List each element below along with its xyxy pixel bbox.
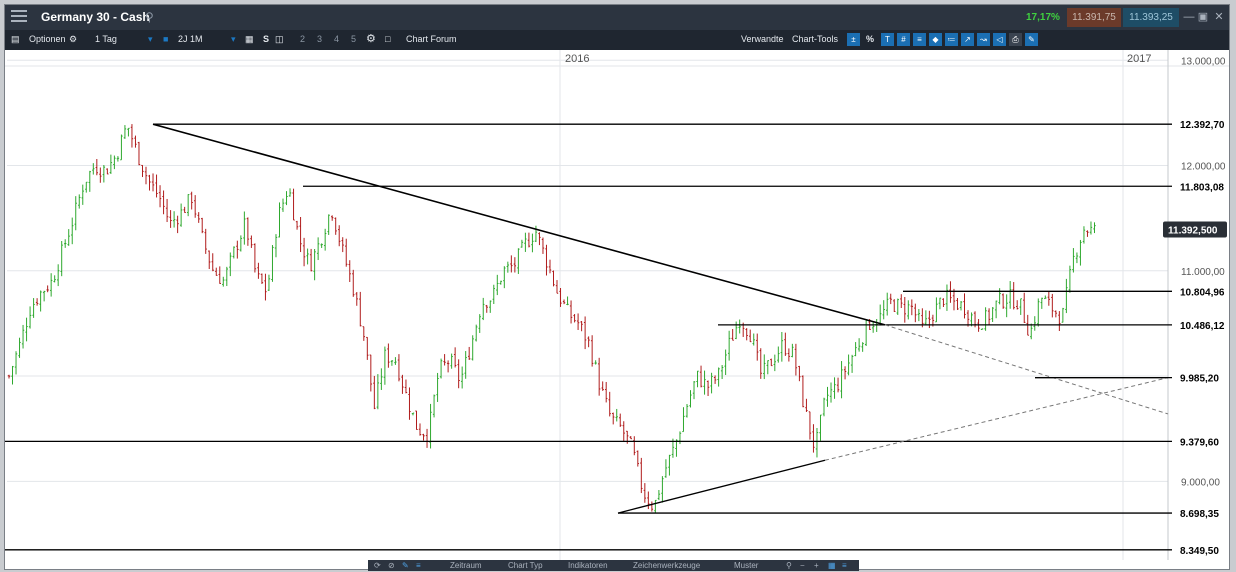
chart-area[interactable]: 201620179.000,0010.000,0011.000,0012.000…	[5, 50, 1229, 560]
instrument-title: Germany 30 - Cash	[41, 10, 150, 24]
fit-icon[interactable]: ▦	[828, 561, 836, 570]
crosshair-tool-icon[interactable]: ±	[847, 33, 860, 46]
single-chart-button[interactable]: S	[263, 34, 269, 44]
search-icon[interactable]: ⚲	[145, 10, 154, 24]
current-price-label: 11.392,500	[1168, 225, 1218, 236]
app-window: Germany 30 - Cash ⚲ 17,17% 11.391,75 11.…	[4, 4, 1230, 571]
change-percent: 17,17%	[1026, 12, 1060, 23]
interval-dropdown-icon[interactable]: ▾	[148, 34, 153, 45]
y-tick-label: 11.000,00	[1181, 267, 1225, 278]
options-icon[interactable]: ▤	[11, 34, 20, 45]
price-chart[interactable]: 201620179.000,0010.000,0011.000,0012.000…	[5, 50, 1229, 560]
grid-tool-icon[interactable]: #	[897, 33, 910, 46]
trendline-up	[617, 459, 826, 514]
draw-tool-icon[interactable]: ✎	[1025, 33, 1038, 46]
shape-tool-icon[interactable]: ◁	[993, 33, 1006, 46]
level-label: 9.985,20	[1180, 374, 1219, 385]
y-tick-label: 13.000,00	[1181, 56, 1226, 67]
range-select[interactable]: 2J 1M	[178, 34, 203, 44]
range-dropdown-icon[interactable]: ▾	[231, 34, 236, 45]
zoom-in-icon[interactable]: +	[814, 561, 819, 570]
percent-toggle[interactable]: %	[866, 34, 874, 44]
settings-gear-icon[interactable]: ⚙	[69, 34, 77, 45]
level-label: 9.379,60	[1180, 437, 1219, 448]
trendline-down-ext	[884, 324, 1169, 415]
chart-forum-button[interactable]: Chart Forum	[406, 34, 457, 44]
calendar-icon[interactable]: ▦	[245, 34, 254, 45]
layers-icon[interactable]: ≡	[416, 561, 421, 570]
close-icon[interactable]: ✕	[1213, 11, 1225, 23]
level-label: 12.392,70	[1180, 120, 1225, 131]
trendline-up-ext	[824, 377, 1169, 461]
no-icon[interactable]: ⊘	[388, 561, 395, 570]
tab-muster[interactable]: Muster	[734, 561, 758, 570]
pencil-icon[interactable]: ✎	[402, 561, 409, 570]
text-tool-icon[interactable]: T	[881, 33, 894, 46]
menu-icon[interactable]	[11, 10, 27, 24]
interval-select[interactable]: 1 Tag	[95, 34, 117, 44]
chart-tools-label: Chart-Tools	[792, 34, 839, 44]
zoom-search-icon[interactable]: ⚲	[786, 561, 792, 570]
sell-price-button[interactable]: 11.391,75	[1067, 8, 1121, 27]
lock-icon[interactable]: ■	[163, 34, 168, 44]
tab-chart-typ[interactable]: Chart Typ	[508, 561, 543, 570]
chart-toolbar: ▤ Optionen ⚙ 1 Tag ▾ ■ 2J 1M ▾ ▦ S ◫ 2 3…	[5, 30, 1229, 50]
expand-icon[interactable]: ≡	[842, 561, 847, 570]
tab-zeichenwerkzeuge[interactable]: Zeichenwerkzeuge	[633, 561, 700, 570]
forum-icon[interactable]: □	[385, 34, 390, 44]
y-tick-label: 9.000,00	[1181, 477, 1220, 488]
related-button[interactable]: Verwandte	[741, 34, 784, 44]
minimize-icon[interactable]: —	[1183, 11, 1195, 23]
layout-page-5[interactable]: 5	[351, 34, 356, 44]
layout-page-2[interactable]: 2	[300, 34, 305, 44]
bottom-toolbar: ⟳ ⊘ ✎ ≡ Zeitraum Chart Typ Indikatoren Z…	[368, 560, 859, 571]
level-label: 8.698,35	[1180, 509, 1219, 520]
buy-price-button[interactable]: 11.393,25	[1123, 8, 1179, 27]
trendline-down	[152, 123, 886, 326]
level-label: 10.486,12	[1180, 321, 1225, 332]
chart-settings-icon[interactable]: ⚙	[366, 32, 376, 45]
layout-page-3[interactable]: 3	[317, 34, 322, 44]
y-tick-label: 12.000,00	[1181, 162, 1226, 173]
marker-tool-icon[interactable]: ◆	[929, 33, 942, 46]
level-label: 8.349,50	[1180, 546, 1219, 557]
level-label: 11.803,08	[1180, 182, 1224, 193]
title-bar: Germany 30 - Cash ⚲ 17,17% 11.391,75 11.…	[5, 5, 1229, 30]
level-label: 10.804,96	[1180, 287, 1225, 298]
arrow-tool-icon[interactable]: ↝	[977, 33, 990, 46]
zoom-out-icon[interactable]: −	[800, 561, 805, 570]
x-tick-label: 2017	[1127, 53, 1151, 65]
layout-page-4[interactable]: 4	[334, 34, 339, 44]
fib-tool-icon[interactable]: ≡	[913, 33, 926, 46]
popout-icon[interactable]: ▣	[1197, 11, 1209, 23]
trend-tool-icon[interactable]: ↗	[961, 33, 974, 46]
layout-icon[interactable]: ◫	[275, 34, 284, 45]
tab-indikatoren[interactable]: Indikatoren	[568, 561, 608, 570]
tab-zeitraum[interactable]: Zeitraum	[450, 561, 482, 570]
print-icon[interactable]: ⎙	[1009, 33, 1022, 46]
channel-tool-icon[interactable]: ≔	[945, 33, 958, 46]
refresh-icon[interactable]: ⟳	[374, 561, 381, 570]
options-button[interactable]: Optionen	[29, 34, 66, 44]
x-tick-label: 2016	[565, 53, 589, 65]
